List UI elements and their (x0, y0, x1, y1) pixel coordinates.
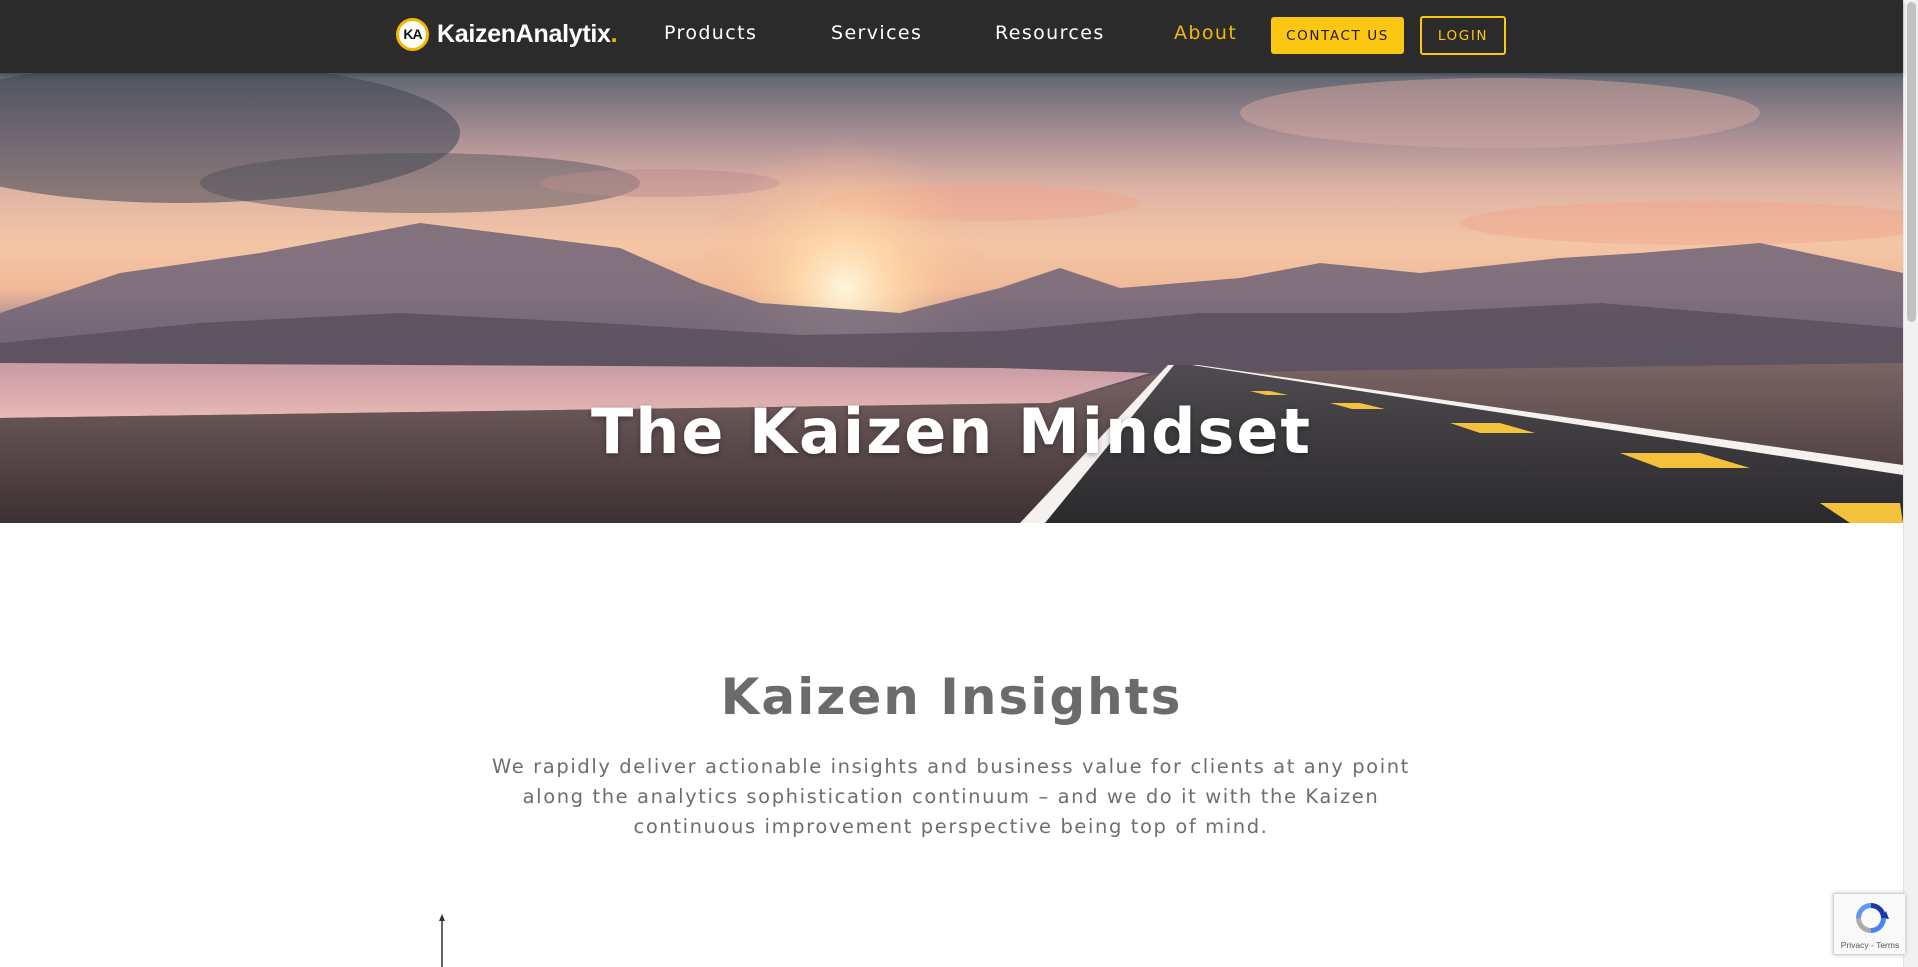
contact-us-button[interactable]: CONTACT US (1271, 17, 1404, 54)
logo-dot: . (610, 19, 618, 48)
top-navigation-bar: KA KaizenAnalytix. Products Services Res… (0, 0, 1903, 73)
logo-wordmark: KaizenAnalytix. (437, 19, 618, 49)
insights-description: We rapidly deliver actionable insights a… (492, 755, 1410, 838)
nav-link-services[interactable]: Services (831, 22, 922, 44)
recaptcha-icon (1856, 903, 1889, 933)
nav-link-about[interactable]: About (1174, 22, 1237, 44)
nav-link-products[interactable]: Products (664, 22, 757, 44)
login-button[interactable]: LOGIN (1420, 16, 1506, 55)
hero-title: The Kaizen Mindset (590, 395, 1313, 468)
recaptcha-badge[interactable]: Privacy - Terms (1833, 893, 1905, 955)
hero-banner: The Kaizen Mindset (0, 73, 1903, 523)
insights-heading: Kaizen Insights (720, 668, 1183, 726)
recaptcha-links[interactable]: Privacy - Terms (1834, 940, 1906, 950)
logo-mark-icon: KA (396, 17, 429, 51)
logo-text: KaizenAnalytix (437, 19, 611, 48)
kaizenanalytix-logo[interactable]: KA KaizenAnalytix. (396, 16, 618, 52)
nav-link-resources[interactable]: Resources (995, 22, 1105, 44)
arrow-up-icon (439, 914, 445, 967)
scrollbar-thumb[interactable] (1907, 2, 1916, 322)
page-scrollbar[interactable] (1903, 0, 1918, 967)
